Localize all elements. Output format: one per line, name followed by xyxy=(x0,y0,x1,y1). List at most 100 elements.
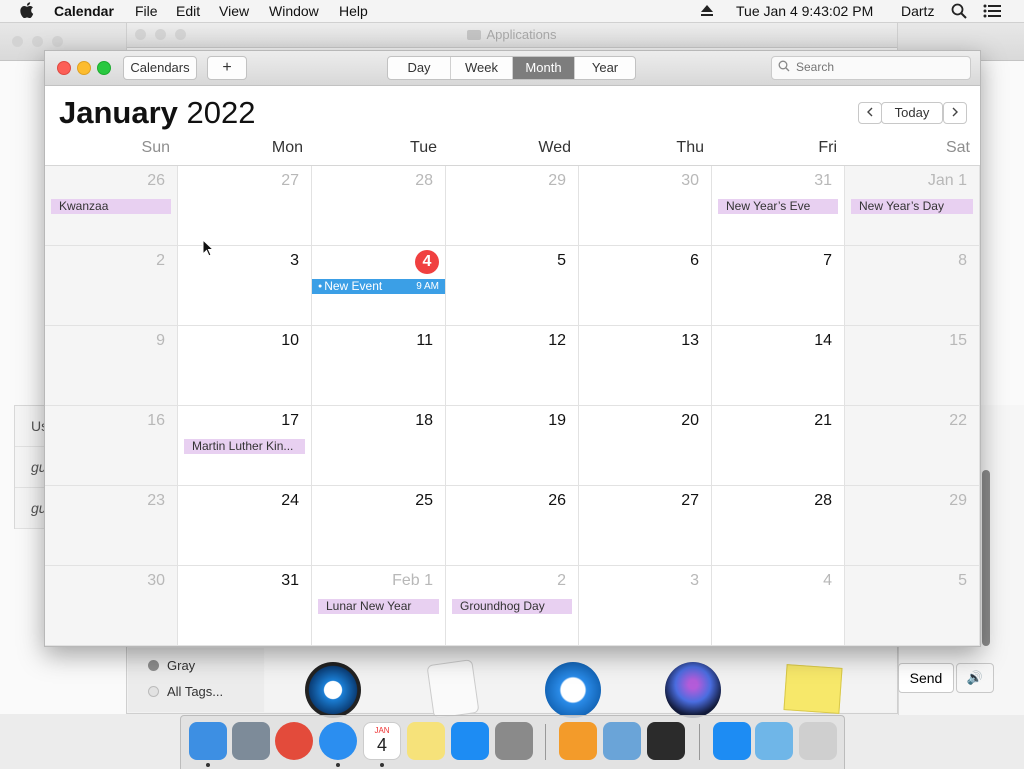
calendars-button[interactable]: Calendars xyxy=(123,56,197,80)
list-row[interactable]: Us xyxy=(15,406,47,447)
day-cell[interactable]: 30 xyxy=(45,566,178,646)
add-event-button[interactable]: + xyxy=(207,56,247,80)
holiday-event[interactable]: New Year’s Day xyxy=(851,199,973,214)
day-cell[interactable]: 7 xyxy=(712,246,845,326)
day-cell[interactable]: 12 xyxy=(446,326,579,406)
day-cell[interactable]: 2 xyxy=(45,246,178,326)
preview-icon[interactable] xyxy=(603,722,641,760)
app-store-icon[interactable] xyxy=(713,722,751,760)
home-icon[interactable] xyxy=(559,722,597,760)
day-cell[interactable]: 20 xyxy=(579,406,712,486)
eject-icon[interactable] xyxy=(700,4,714,20)
day-cell[interactable]: 22 xyxy=(845,406,980,486)
calendar-icon[interactable]: JAN 4 xyxy=(363,722,401,760)
day-cell[interactable]: 6 xyxy=(579,246,712,326)
holiday-event[interactable]: Kwanzaa xyxy=(51,199,171,214)
safari-icon[interactable] xyxy=(545,662,601,718)
day-cell[interactable]: 9 xyxy=(45,326,178,406)
send-button[interactable]: Send xyxy=(898,663,954,693)
apps-close-button[interactable] xyxy=(135,29,146,40)
quicktime-icon[interactable] xyxy=(305,662,361,718)
reminders-icon[interactable] xyxy=(426,659,480,719)
menu-help[interactable]: Help xyxy=(339,3,368,19)
downloads-folder-icon[interactable] xyxy=(755,722,793,760)
notes-icon[interactable] xyxy=(407,722,445,760)
holiday-event[interactable]: Martin Luther Kin... xyxy=(184,439,305,454)
search-field[interactable] xyxy=(771,56,971,80)
apps-minimize-button[interactable] xyxy=(155,29,166,40)
menubar-clock[interactable]: Tue Jan 4 9:43:02 PM xyxy=(736,3,873,19)
day-cell[interactable]: 28 xyxy=(712,486,845,566)
finder-icon[interactable] xyxy=(189,722,227,760)
speaker-icon[interactable]: 🔊 xyxy=(956,663,994,693)
tab-day[interactable]: Day xyxy=(388,57,451,79)
tab-month[interactable]: Month xyxy=(513,57,575,79)
tag-all[interactable]: All Tags... xyxy=(148,684,223,699)
previous-month-button[interactable] xyxy=(858,102,882,124)
activity-monitor-icon[interactable] xyxy=(647,722,685,760)
menu-file[interactable]: File xyxy=(135,3,158,19)
search-input[interactable] xyxy=(794,59,968,75)
tab-week[interactable]: Week xyxy=(451,57,513,79)
list-icon[interactable] xyxy=(983,4,1001,21)
day-cell[interactable]: 31 New Year’s Eve xyxy=(712,166,845,246)
list-row[interactable]: gu xyxy=(15,488,47,529)
day-cell[interactable]: 30 xyxy=(579,166,712,246)
day-cell[interactable]: 29 xyxy=(845,486,980,566)
day-cell[interactable]: 17 Martin Luther Kin... xyxy=(178,406,312,486)
day-cell[interactable]: 14 xyxy=(712,326,845,406)
day-cell[interactable]: Jan 1 New Year’s Day xyxy=(845,166,980,246)
day-cell[interactable]: 5 xyxy=(446,246,579,326)
day-cell[interactable]: 3 xyxy=(178,246,312,326)
menu-view[interactable]: View xyxy=(219,3,249,19)
launchpad-icon[interactable] xyxy=(232,722,270,760)
timed-event[interactable]: ● New Event 9 AM xyxy=(312,279,445,294)
day-cell[interactable]: 29 xyxy=(446,166,579,246)
day-cell[interactable]: 3 xyxy=(579,566,712,646)
minimize-button[interactable] xyxy=(32,36,43,47)
search-icon[interactable] xyxy=(951,3,967,22)
day-cell[interactable]: 25 xyxy=(312,486,446,566)
app-store-icon[interactable] xyxy=(451,722,489,760)
day-cell[interactable]: 5 xyxy=(845,566,980,646)
day-cell[interactable]: 31 xyxy=(178,566,312,646)
safari-icon[interactable] xyxy=(319,722,357,760)
siri-icon[interactable] xyxy=(665,662,721,718)
day-cell[interactable]: 21 xyxy=(712,406,845,486)
zoom-button[interactable] xyxy=(97,61,111,75)
menubar-user[interactable]: Dartz xyxy=(901,3,934,19)
system-preferences-icon[interactable] xyxy=(495,722,533,760)
day-cell[interactable]: 13 xyxy=(579,326,712,406)
zoom-button[interactable] xyxy=(52,36,63,47)
day-cell[interactable]: 28 xyxy=(312,166,446,246)
day-cell[interactable]: 26 Kwanzaa xyxy=(45,166,178,246)
tag-gray[interactable]: Gray xyxy=(148,658,195,673)
close-button[interactable] xyxy=(57,61,71,75)
next-month-button[interactable] xyxy=(943,102,967,124)
holiday-event[interactable]: New Year’s Eve xyxy=(718,199,838,214)
apps-zoom-button[interactable] xyxy=(175,29,186,40)
day-cell[interactable]: 24 xyxy=(178,486,312,566)
day-cell[interactable]: 19 xyxy=(446,406,579,486)
scrollbar-thumb[interactable] xyxy=(982,470,990,646)
holiday-event[interactable]: Lunar New Year xyxy=(318,599,439,614)
menu-window[interactable]: Window xyxy=(269,3,319,19)
day-cell[interactable]: 15 xyxy=(845,326,980,406)
day-cell[interactable]: 23 xyxy=(45,486,178,566)
apple-icon[interactable] xyxy=(20,2,34,21)
day-cell[interactable]: 26 xyxy=(446,486,579,566)
stickies-icon[interactable] xyxy=(783,664,843,714)
today-button[interactable]: Today xyxy=(881,102,943,124)
day-cell[interactable]: 10 xyxy=(178,326,312,406)
trash-icon[interactable] xyxy=(799,722,837,760)
day-cell[interactable]: 4 xyxy=(712,566,845,646)
menu-edit[interactable]: Edit xyxy=(176,3,200,19)
day-cell[interactable]: 2 Groundhog Day xyxy=(446,566,579,646)
day-cell[interactable]: 27 xyxy=(579,486,712,566)
day-cell[interactable]: 4 ● New Event 9 AM xyxy=(312,246,446,326)
day-cell[interactable]: 11 xyxy=(312,326,446,406)
tab-year[interactable]: Year xyxy=(575,57,635,79)
chrome-icon[interactable] xyxy=(275,722,313,760)
day-cell[interactable]: 16 xyxy=(45,406,178,486)
app-menu-calendar[interactable]: Calendar xyxy=(54,3,114,19)
